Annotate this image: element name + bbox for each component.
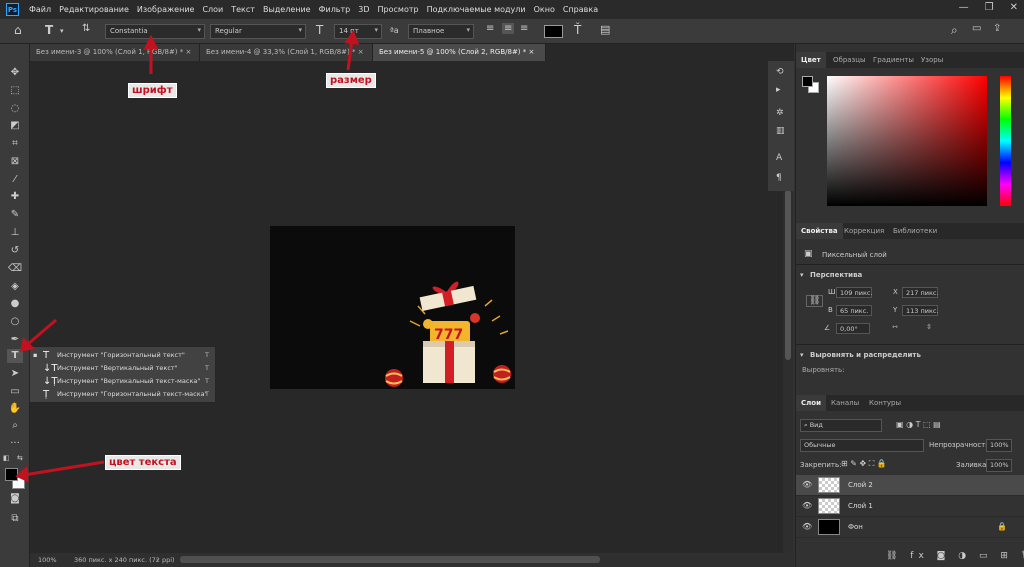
filter-type-icons[interactable]: ▣ ◑ T ⬚ ▤: [896, 420, 941, 429]
eye-icon[interactable]: 👁: [802, 522, 812, 531]
opacity-input[interactable]: 100%: [986, 439, 1012, 452]
annotation-size: размер: [326, 73, 376, 88]
fill-label: Заливка:: [956, 461, 989, 469]
tab-gradients[interactable]: Градиенты: [868, 52, 919, 68]
eye-icon[interactable]: 👁: [802, 501, 812, 510]
layer-thumbnail: [818, 477, 840, 493]
workspace-icon[interactable]: ▭: [972, 23, 981, 34]
pixel-layer-icon: ▣: [804, 249, 813, 259]
tab-libraries[interactable]: Библиотеки: [888, 223, 942, 239]
align-label: Выровнять:: [802, 366, 845, 374]
tab-patterns[interactable]: Узоры: [916, 52, 948, 68]
layer-thumbnail: [818, 519, 840, 535]
layer-item[interactable]: 👁 Фон 🔒: [796, 517, 1024, 538]
eye-icon[interactable]: 👁: [802, 480, 812, 489]
x-input[interactable]: 217 пикс.: [902, 287, 939, 298]
width-input[interactable]: 109 пикс.: [836, 287, 873, 298]
layer-item[interactable]: 👁 Слой 1: [796, 496, 1024, 517]
tab-color[interactable]: Цвет: [796, 52, 826, 68]
annotation-text-color: цвет текста: [105, 455, 181, 470]
layer-actions[interactable]: ⛓ fx ◙ ◑ ▭ ⊞ 🗑: [886, 551, 1024, 561]
transform-section-title: Перспектива: [810, 271, 863, 279]
tab-channels[interactable]: Каналы: [826, 395, 864, 411]
opacity-label: Непрозрачность:: [929, 441, 992, 449]
search-icon[interactable]: ⌕: [951, 23, 958, 38]
layer-name: Слой 2: [848, 481, 873, 489]
height-label: В: [828, 306, 833, 314]
layer-thumbnail: [818, 498, 840, 514]
width-label: Ш: [828, 288, 836, 296]
color-panel-tabs: Цвет Образцы Градиенты Узоры: [796, 52, 1024, 68]
flip-horizontal-icon[interactable]: ⇿: [892, 323, 898, 331]
link-icon[interactable]: ⛓: [806, 295, 824, 307]
window-controls: — ❐ ✕: [959, 2, 1018, 13]
lock-label: Закрепить:: [800, 461, 842, 469]
layer-filter-value: Вид: [809, 421, 823, 429]
annotation-arrows: [15, 29, 360, 483]
y-input[interactable]: 113 пикс.: [902, 305, 939, 316]
angle-input[interactable]: 0,00°: [836, 323, 870, 334]
tab-adjustments[interactable]: Коррекция: [839, 223, 889, 239]
color-picker-field[interactable]: [827, 76, 987, 206]
layer-type-label: Пиксельный слой: [822, 251, 887, 259]
layers-panel-tabs: Слои Каналы Контуры: [796, 395, 1024, 411]
tab-paths[interactable]: Контуры: [864, 395, 906, 411]
fill-input[interactable]: 100%: [986, 459, 1012, 472]
right-panels: Цвет Образцы Градиенты Узоры Свойства Ко…: [795, 44, 1024, 567]
annotation-font: шрифт: [128, 83, 177, 98]
chevron-down-icon[interactable]: ▾: [800, 271, 804, 279]
share-icon[interactable]: ⇪: [993, 23, 1001, 34]
lock-icons[interactable]: ⊞ ✎ ✥ ⛶ 🔒: [841, 459, 887, 469]
maximize-icon[interactable]: ❐: [985, 2, 994, 13]
tab-swatches[interactable]: Образцы: [828, 52, 871, 68]
tab-layers[interactable]: Слои: [796, 395, 826, 411]
align-section-title: Выровнять и распределить: [810, 351, 921, 359]
foreground-color-swatch[interactable]: [802, 76, 813, 87]
y-label: Y: [893, 306, 898, 314]
flip-vertical-icon[interactable]: ⇳: [926, 323, 932, 331]
layer-item[interactable]: 👁 Слой 2: [796, 475, 1024, 496]
height-input[interactable]: 65 пикс.: [836, 305, 872, 316]
close-icon[interactable]: ✕: [1010, 2, 1018, 13]
divider: [796, 344, 1024, 345]
lock-icon: 🔒: [997, 522, 1007, 531]
layer-name: Слой 1: [848, 502, 873, 510]
properties-panel-tabs: Свойства Коррекция Библиотеки: [796, 223, 1024, 239]
divider: [796, 264, 1024, 265]
angle-icon: ∠: [824, 324, 831, 332]
blend-mode-select[interactable]: Обычные: [800, 439, 924, 452]
layer-name: Фон: [848, 523, 863, 531]
hue-slider[interactable]: [1000, 76, 1011, 206]
chevron-down-icon[interactable]: ▾: [800, 351, 804, 359]
blend-mode-value: Обычные: [804, 441, 836, 449]
minimize-icon[interactable]: —: [959, 2, 969, 13]
x-label: X: [893, 288, 898, 296]
tab-properties[interactable]: Свойства: [796, 223, 843, 239]
layer-filter-select[interactable]: ⌕ Вид: [800, 419, 882, 432]
